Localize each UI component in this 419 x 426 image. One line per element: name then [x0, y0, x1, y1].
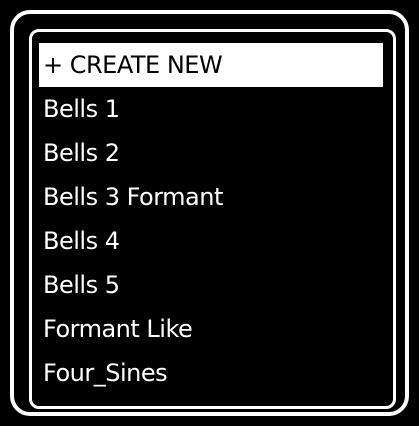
preset-item-bells-5[interactable]: Bells 5 — [39, 263, 383, 307]
preset-item-four-sines[interactable]: Four_Sines — [39, 351, 383, 395]
preset-item-bells-1[interactable]: Bells 1 — [39, 87, 383, 131]
preset-item-bells-2[interactable]: Bells 2 — [39, 131, 383, 175]
preset-item-formant-like[interactable]: Formant Like — [39, 307, 383, 351]
preset-list: + CREATE NEW Bells 1 Bells 2 Bells 3 For… — [39, 43, 383, 395]
create-new-item[interactable]: + CREATE NEW — [39, 43, 383, 87]
preset-item-bells-4[interactable]: Bells 4 — [39, 219, 383, 263]
preset-item-bells-3-formant[interactable]: Bells 3 Formant — [39, 175, 383, 219]
